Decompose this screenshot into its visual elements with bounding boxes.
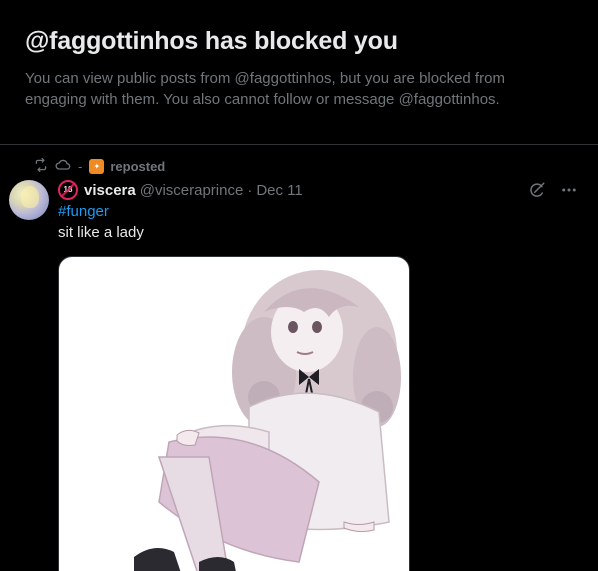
divider (0, 144, 598, 145)
post-date[interactable]: Dec 11 (256, 182, 302, 199)
avatar[interactable] (9, 180, 49, 220)
repost-indicator[interactable]: - ✦ reposted (33, 157, 165, 175)
illustration (134, 270, 401, 571)
blocked-notice: @faggottinhos has blocked you You can vi… (25, 24, 565, 110)
blocked-title: @faggottinhos has blocked you (25, 27, 398, 55)
hashtag-link[interactable]: #funger (58, 202, 109, 222)
repost-icon (33, 157, 49, 175)
reposter-avatar-icon[interactable]: ✦ (89, 158, 105, 174)
blocked-profile-page: @faggottinhos has blocked you You can vi… (0, 0, 598, 571)
post-text: sit like a lady (58, 224, 144, 241)
repost-separator: - (78, 158, 83, 174)
post-actions (528, 180, 578, 200)
blocked-description: You can view public posts from @faggotti… (25, 70, 505, 108)
grok-icon[interactable] (528, 181, 546, 199)
post-image[interactable] (58, 256, 410, 571)
repost-label: reposted (110, 158, 166, 174)
post-header: 18 viscera @visceraprince · Dec 11 (58, 180, 303, 200)
age-18-icon: 18 (58, 180, 78, 200)
handle[interactable]: @visceraprince (140, 182, 244, 199)
display-name[interactable]: viscera (84, 182, 136, 199)
dot-separator: · (247, 181, 253, 199)
cloud-icon (55, 159, 71, 174)
more-icon[interactable] (560, 181, 578, 199)
